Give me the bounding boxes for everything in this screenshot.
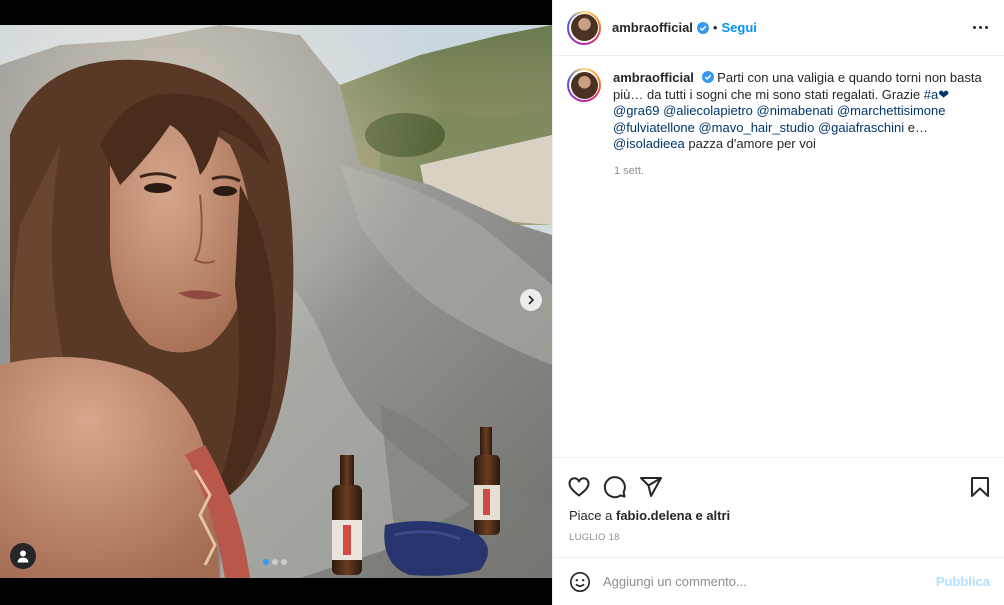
comment-form: Pubblica: [553, 557, 1004, 605]
caption-time[interactable]: 1 sett.: [614, 165, 988, 177]
heart-icon[interactable]: [567, 475, 591, 499]
likes-prefix: Piace a: [569, 508, 613, 523]
carousel-dot: [263, 559, 269, 565]
photo-illustration: [0, 25, 552, 578]
avatar[interactable]: [567, 68, 601, 102]
comment-icon[interactable]: [603, 475, 627, 499]
follow-button[interactable]: Segui: [721, 20, 756, 35]
post-media: [0, 0, 552, 605]
likes-user-link[interactable]: fabio.delena: [616, 508, 692, 523]
avatar-image: [570, 14, 598, 41]
mention-link[interactable]: @gra69: [613, 103, 659, 118]
likes-summary: Piace a fabio.delena e altri: [553, 504, 1004, 523]
heart-emoji: ❤: [938, 86, 950, 102]
mention-link[interactable]: @nimabenati: [757, 103, 834, 118]
post-date[interactable]: LUGLIO 18: [553, 523, 1004, 543]
share-icon[interactable]: [639, 475, 663, 499]
avatar-image: [570, 71, 598, 99]
carousel-dot: [272, 559, 278, 565]
carousel-next-button[interactable]: [520, 289, 542, 311]
more-options-icon[interactable]: [971, 20, 990, 35]
caption-username[interactable]: ambraofficial: [613, 70, 694, 85]
hashtag-link[interactable]: #a: [924, 87, 938, 102]
bookmark-icon[interactable]: [968, 475, 992, 499]
post-actions-section: Piace a fabio.delena e altri LUGLIO 18: [553, 457, 1004, 557]
post-detail-panel: ambraofficial • Segui ambraofficial Part…: [552, 0, 1004, 605]
mention-link[interactable]: @marchettisimone: [837, 103, 946, 118]
post-header: ambraofficial • Segui: [553, 0, 1004, 56]
caption: ambraofficial Parti con una valigia e qu…: [567, 68, 988, 153]
comments-section: ambraofficial Parti con una valigia e qu…: [553, 56, 1004, 457]
mention-link[interactable]: @aliecolapietro: [663, 103, 753, 118]
verified-badge-icon: [701, 71, 714, 83]
carousel-indicator: [263, 559, 287, 565]
chevron-right-icon: [528, 295, 535, 305]
post-photo[interactable]: [0, 25, 552, 578]
mention-link[interactable]: @isoladieea: [613, 136, 685, 151]
verified-badge-icon: [696, 21, 709, 34]
user-tag-icon: [17, 550, 29, 563]
tagged-users-button[interactable]: [10, 543, 36, 569]
comment-input[interactable]: [603, 574, 936, 589]
emoji-icon[interactable]: [569, 571, 591, 593]
caption-and: e…: [907, 119, 928, 135]
likes-others-link[interactable]: e altri: [695, 508, 730, 523]
mention-link[interactable]: @gaiafraschini: [818, 120, 904, 135]
mention-link[interactable]: @fulviatellone: [613, 120, 695, 135]
separator: •: [712, 20, 718, 35]
caption-text: ambraofficial Parti con una valigia e qu…: [613, 70, 988, 153]
author-username[interactable]: ambraofficial: [612, 20, 693, 35]
publish-button[interactable]: Pubblica: [936, 574, 990, 589]
mention-link[interactable]: @mavo_hair_studio: [698, 120, 814, 135]
action-bar: [553, 458, 1004, 504]
carousel-dot: [281, 559, 287, 565]
avatar[interactable]: [567, 10, 601, 45]
caption-tail: pazza d'amore per voi: [688, 136, 816, 151]
